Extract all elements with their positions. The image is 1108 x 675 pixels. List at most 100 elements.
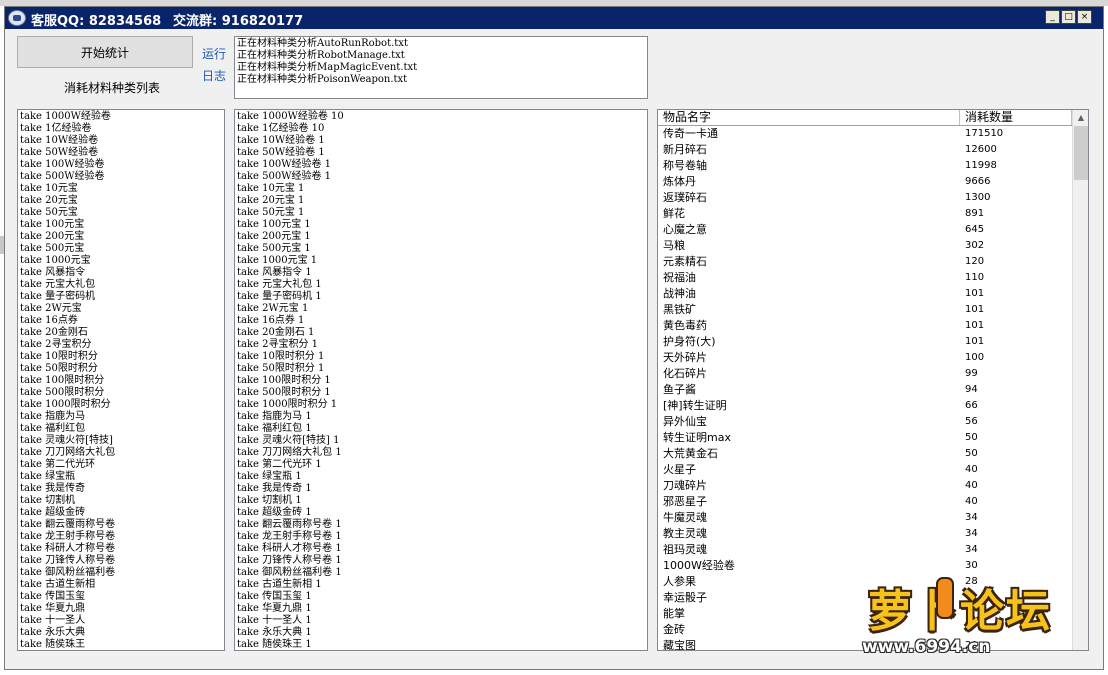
- list-item: take 翻云覆雨称号卷: [20, 519, 116, 530]
- list-item: take 2寻宝积分: [20, 339, 92, 350]
- list-item: take 绿宝瓶: [20, 471, 76, 482]
- table-row[interactable]: 天外碎片 100: [658, 350, 1072, 366]
- table-row[interactable]: 护身符(大) 101: [658, 334, 1072, 350]
- table-row[interactable]: 称号卷轴 11998: [658, 158, 1072, 174]
- carrot-icon: [936, 577, 954, 619]
- scrollbar-thumb[interactable]: [1074, 126, 1088, 180]
- table-row[interactable]: 返璞碎石 1300: [658, 190, 1072, 206]
- table-row[interactable]: [神]转生证明 66: [658, 398, 1072, 414]
- list-item: take 500W经验卷: [20, 171, 105, 182]
- table-row[interactable]: 战神油 101: [658, 286, 1072, 302]
- scroll-up-arrow-icon[interactable]: ▲: [1073, 110, 1088, 125]
- app-icon: [8, 10, 26, 26]
- list-item: take 随侯珠王 1: [237, 639, 312, 650]
- table-row[interactable]: 1000W经验卷 30: [658, 558, 1072, 574]
- title-bar[interactable]: 客服QQ: 82834568 交流群: 916820177 _ □ ×: [5, 7, 1103, 29]
- table-row[interactable]: 心魔之意 645: [658, 222, 1072, 238]
- list-item: take 御风粉丝福利卷: [20, 567, 116, 578]
- list-item: take 刀锋传人称号卷: [20, 555, 116, 566]
- close-button[interactable]: ×: [1077, 10, 1092, 24]
- list-item: take 量子密码机 1: [237, 291, 322, 302]
- list-item: take 元宝大礼包 1: [237, 279, 322, 290]
- table-row[interactable]: 新月碎石 12600: [658, 142, 1072, 158]
- quantity-cell: 302: [965, 240, 985, 251]
- item-name-cell: 马粮: [663, 239, 685, 252]
- list-item: take 永乐大典 1: [237, 627, 312, 638]
- list-item: take 1000W经验卷: [20, 111, 111, 122]
- run-log-link-run[interactable]: 运行: [202, 45, 226, 62]
- run-log-textbox[interactable]: 正在材料种类分析AutoRunRobot.txt 正在材料种类分析RobotMan…: [234, 36, 648, 99]
- log-line: 正在材料种类分析MapMagicEvent.txt: [237, 62, 418, 73]
- table-row[interactable]: 传奇一卡通 171510: [658, 126, 1072, 142]
- quantity-cell: 40: [965, 480, 978, 491]
- start-statistics-button[interactable]: 开始统计: [17, 36, 193, 68]
- column-header-quantity[interactable]: 消耗数量: [960, 110, 1072, 125]
- list-item: take 16点券: [20, 315, 78, 326]
- list-item: take 传国玉玺: [20, 591, 86, 602]
- list-item: take 10限时积分: [20, 351, 98, 362]
- item-name-cell: 黄色毒药: [663, 319, 707, 332]
- list-item: take 50W经验卷: [20, 147, 99, 158]
- table-row[interactable]: 邪恶星子 40: [658, 494, 1072, 510]
- table-row[interactable]: 火星子 40: [658, 462, 1072, 478]
- list-item: take 20金刚石: [20, 327, 88, 338]
- table-row[interactable]: 黄色毒药 101: [658, 318, 1072, 334]
- list-item: take 10W经验卷 1: [237, 135, 325, 146]
- quantity-cell: 56: [965, 416, 978, 427]
- table-row[interactable]: 元素精石 120: [658, 254, 1072, 270]
- list-item: take 第二代光环: [20, 459, 96, 470]
- consumption-table[interactable]: 物品名字 消耗数量 传奇一卡通 171510 新月碎石 12600 称号卷轴 11998 炼…: [657, 109, 1089, 651]
- table-row[interactable]: 异外仙宝 56: [658, 414, 1072, 430]
- item-name-cell: 元素精石: [663, 255, 707, 268]
- table-row[interactable]: 鱼子酱 94: [658, 382, 1072, 398]
- table-row[interactable]: 马粮 302: [658, 238, 1072, 254]
- table-row[interactable]: 牛魔灵魂 34: [658, 510, 1072, 526]
- quantity-cell: 1300: [965, 192, 991, 203]
- table-vertical-scrollbar[interactable]: ▲: [1072, 110, 1088, 650]
- quantity-cell: 40: [965, 496, 978, 507]
- item-name-cell: 刀魂碎片: [663, 479, 707, 492]
- table-row[interactable]: 教主灵魂 34: [658, 526, 1072, 542]
- table-row[interactable]: 转生证明max 50: [658, 430, 1072, 446]
- table-row[interactable]: 祖玛灵魂 34: [658, 542, 1072, 558]
- list-item: take 绿宝瓶 1: [237, 471, 302, 482]
- watermark-url: www.6994.cn: [862, 637, 991, 657]
- quantity-cell: 120: [965, 256, 985, 267]
- table-row[interactable]: 刀魂碎片 40: [658, 478, 1072, 494]
- list-item: take 1000元宝 1: [237, 255, 318, 266]
- list-item: take 华夏九鼎 1: [237, 603, 312, 614]
- log-line: 正在材料种类分析PoisonWeapon.txt: [237, 74, 408, 85]
- list-item: take 1000元宝: [20, 255, 91, 266]
- list-item: take 传国玉玺 1: [237, 591, 312, 602]
- table-body: 传奇一卡通 171510 新月碎石 12600 称号卷轴 11998 炼体丹 9666 返璞碎石…: [658, 126, 1072, 650]
- list-item: take 切割机 1: [237, 495, 302, 506]
- log-line: 正在材料种类分析RobotManage.txt: [237, 50, 405, 61]
- table-row[interactable]: 鲜花 891: [658, 206, 1072, 222]
- minimize-button[interactable]: _: [1045, 10, 1060, 24]
- list-item: take 随侯珠王: [20, 639, 86, 650]
- list-item: take 风暴指令: [20, 267, 86, 278]
- list-item: take 10W经验卷: [20, 135, 99, 146]
- list-item: take 100限时积分 1: [237, 375, 331, 386]
- quantity-cell: 9666: [965, 176, 991, 187]
- item-name-cell: 护身符(大): [663, 335, 716, 348]
- table-row[interactable]: 炼体丹 9666: [658, 174, 1072, 190]
- list-item: take 灵魂火符[特技]: [20, 435, 113, 446]
- list-item: take 200元宝 1: [237, 231, 311, 242]
- table-row[interactable]: 祝福油 110: [658, 270, 1072, 286]
- table-row[interactable]: 黑铁矿 101: [658, 302, 1072, 318]
- forum-watermark: 萝卜论坛 www.6994.cn: [858, 575, 1098, 667]
- run-log-link-log[interactable]: 日志: [202, 67, 226, 84]
- list-item: take 1亿经验卷 10: [237, 123, 325, 134]
- column-header-item-name[interactable]: 物品名字: [658, 110, 960, 125]
- table-row[interactable]: 化石碎片 99: [658, 366, 1072, 382]
- material-command-count-list[interactable]: take 1000W经验卷 10 take 1亿经验卷 10 take 10W经验卷…: [234, 109, 648, 651]
- item-name-cell: 鲜花: [663, 207, 685, 220]
- maximize-button[interactable]: □: [1061, 10, 1076, 24]
- material-command-list[interactable]: take 1000W经验卷 take 1亿经验卷 take 10W经验卷 take 5…: [17, 109, 225, 651]
- table-row[interactable]: 大荒黄金石 50: [658, 446, 1072, 462]
- list-item: take 500限时积分: [20, 387, 105, 398]
- quantity-cell: 101: [965, 304, 985, 315]
- quantity-cell: 101: [965, 336, 985, 347]
- list-item: take 指鹿为马: [20, 411, 86, 422]
